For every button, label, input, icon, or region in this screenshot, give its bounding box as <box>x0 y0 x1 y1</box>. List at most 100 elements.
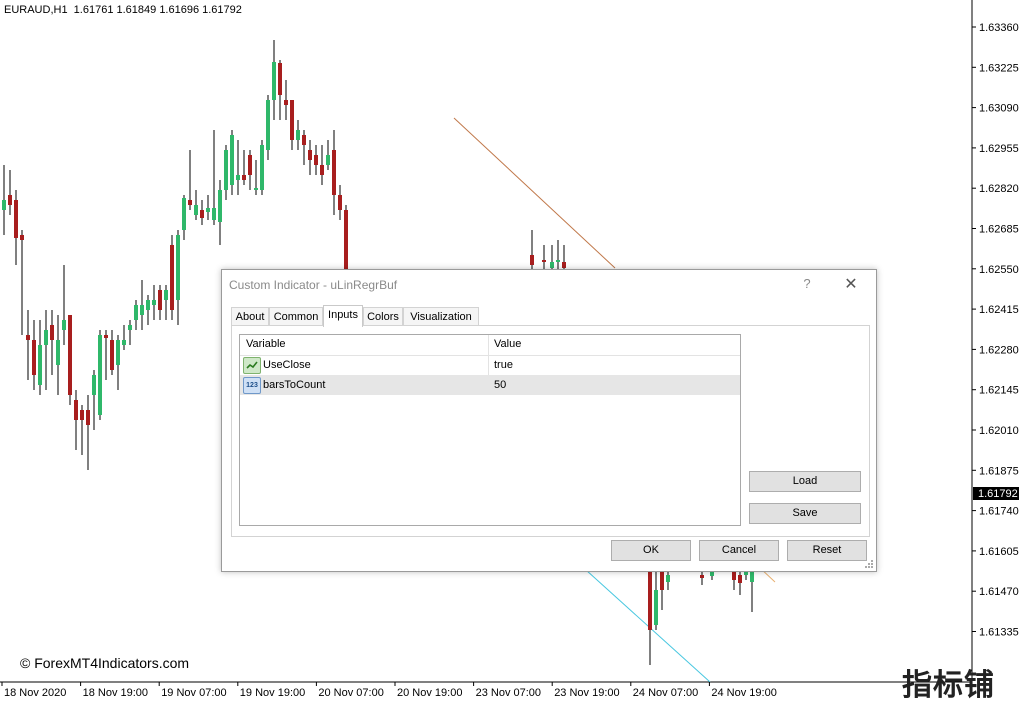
close-button[interactable]: ✕ <box>840 274 862 296</box>
price-tick-label: 1.62685 <box>979 224 1019 236</box>
input-name: barsToCount <box>263 379 326 391</box>
bearish-candle <box>248 155 252 175</box>
bullish-candle <box>182 198 186 230</box>
resize-grip-icon[interactable] <box>865 560 874 569</box>
input-value[interactable]: true <box>494 359 513 371</box>
bullish-candle <box>266 100 270 150</box>
bearish-candle <box>188 200 192 205</box>
price-tick-label: 1.62550 <box>979 264 1019 276</box>
bullish-candle <box>2 200 6 210</box>
tab-common[interactable]: Common <box>269 307 323 326</box>
bearish-candle <box>320 165 324 175</box>
help-button[interactable]: ? <box>797 276 817 294</box>
bullish-candle <box>176 235 180 300</box>
time-tick-label: 23 Nov 07:00 <box>476 687 541 699</box>
input-name: UseClose <box>263 359 311 371</box>
price-tick-label: 1.61875 <box>979 465 1019 477</box>
price-tick-label: 1.62820 <box>979 183 1019 195</box>
price-tick-label: 1.62955 <box>979 143 1019 155</box>
price-tick-label: 1.61605 <box>979 546 1019 558</box>
time-tick-label: 24 Nov 07:00 <box>633 687 698 699</box>
bearish-candle <box>284 100 288 105</box>
bullish-candle <box>750 572 754 582</box>
bullish-candle <box>164 290 168 300</box>
value-column-header[interactable]: Value <box>494 338 521 350</box>
price-axis: 1.63360 1.63225 1.63090 1.62955 1.62820 1.626… <box>972 22 1019 639</box>
bullish-candle <box>710 572 714 576</box>
bullish-candle <box>212 208 216 220</box>
tab-inputs[interactable]: Inputs <box>323 305 363 327</box>
variable-column-header[interactable]: Variable <box>246 338 286 350</box>
bullish-candle <box>92 375 96 395</box>
bearish-candle <box>242 175 246 180</box>
bearish-candle <box>648 570 652 630</box>
load-button[interactable]: Load <box>749 471 861 492</box>
bullish-candle <box>152 300 156 305</box>
tab-visualization[interactable]: Visualization <box>403 307 479 326</box>
bullish-candle <box>230 135 234 185</box>
bullish-candle <box>62 320 66 330</box>
bearish-candle <box>104 335 108 338</box>
input-row-useclose[interactable]: UseClose true <box>240 355 740 375</box>
bullish-candle <box>134 305 138 320</box>
bearish-candle <box>74 400 78 420</box>
bearish-candle <box>660 570 664 590</box>
save-button[interactable]: Save <box>749 503 861 524</box>
bearish-candle <box>200 210 204 218</box>
input-row-barstocount[interactable]: 123 barsToCount 50 <box>240 375 740 395</box>
bearish-candle <box>562 262 566 268</box>
price-tick-label: 1.61740 <box>979 506 1019 518</box>
bearish-candle <box>700 575 704 578</box>
time-tick-label: 19 Nov 07:00 <box>161 687 226 699</box>
inputs-grid: Variable Value UseClose true 123 barsToC… <box>239 334 741 526</box>
bullish-candle <box>194 205 198 215</box>
bullish-candle <box>146 300 150 310</box>
bullish-candle <box>326 155 330 165</box>
current-price-label: 1.61792 <box>978 488 1018 500</box>
price-tick-label: 1.61470 <box>979 586 1019 598</box>
bullish-candle <box>666 575 670 582</box>
bullish-candle <box>272 62 276 100</box>
time-tick-label: 19 Nov 19:00 <box>240 687 305 699</box>
bullish-candle <box>44 330 48 345</box>
bearish-candle <box>308 150 312 160</box>
price-tick-label: 1.62145 <box>979 385 1019 397</box>
price-tick-label: 1.62010 <box>979 425 1019 437</box>
price-tick-label: 1.62415 <box>979 304 1019 316</box>
symbol-header: EURAUD,H1 1.61761 1.61849 1.61696 1.6179… <box>4 4 242 16</box>
cancel-button[interactable]: Cancel <box>699 540 779 561</box>
time-tick-label: 20 Nov 19:00 <box>397 687 462 699</box>
bearish-candle <box>302 135 306 145</box>
bearish-candle <box>86 410 90 425</box>
bearish-candle <box>170 245 174 310</box>
bearish-candle <box>14 200 18 238</box>
time-tick-label: 18 Nov 2020 <box>4 687 66 699</box>
input-value[interactable]: 50 <box>494 379 506 391</box>
bearish-candle <box>26 335 30 340</box>
corner-logo: 指标铺 <box>902 668 995 703</box>
tab-about[interactable]: About <box>231 307 269 326</box>
bullish-candle <box>260 145 264 190</box>
reset-button[interactable]: Reset <box>787 540 867 561</box>
bearish-candle <box>20 235 24 240</box>
integer-icon: 123 <box>243 377 261 394</box>
ok-button[interactable]: OK <box>611 540 691 561</box>
bearish-candle <box>530 255 534 265</box>
watermark: © ForexMT4Indicators.com <box>20 655 190 671</box>
bullish-candle <box>128 325 132 330</box>
custom-indicator-dialog: Custom Indicator - uLinRegrBuf ? ✕ About… <box>221 269 877 572</box>
bearish-candle <box>344 210 348 270</box>
bearish-candle <box>68 315 72 395</box>
bullish-candle <box>218 190 222 222</box>
bearish-candle <box>158 290 162 310</box>
bearish-candle <box>332 150 336 195</box>
tab-colors[interactable]: Colors <box>363 307 403 326</box>
bullish-candle <box>556 260 560 262</box>
bearish-candle <box>738 575 742 583</box>
price-tick-label: 1.63225 <box>979 62 1019 74</box>
time-axis: 18 Nov 2020 18 Nov 19:00 19 Nov 07:00 19 No… <box>1 682 777 699</box>
bullish-candle <box>122 340 126 345</box>
dialog-titlebar[interactable]: Custom Indicator - uLinRegrBuf ? ✕ <box>222 270 876 300</box>
bearish-candle <box>32 340 36 375</box>
bullish-candle <box>140 305 144 315</box>
